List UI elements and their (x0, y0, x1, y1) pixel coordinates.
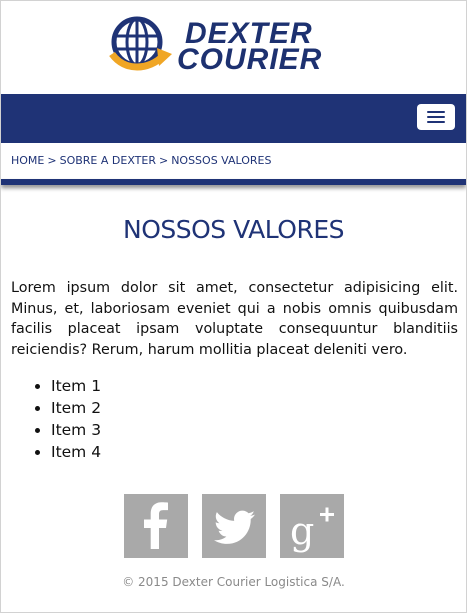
breadcrumb-separator: > (47, 154, 57, 167)
facebook-glyph (144, 502, 168, 549)
breadcrumb-separator: > (158, 154, 169, 167)
page-title: NOSSOS VALORES (123, 215, 344, 244)
facebook-icon[interactable] (124, 494, 188, 558)
menu-bar (427, 121, 445, 123)
breadcrumb-about-link[interactable]: SOBRE A DEXTER (60, 154, 156, 167)
svg-text:g: g (290, 509, 314, 553)
navbar (1, 94, 466, 143)
breadcrumb-home-link[interactable]: HOME (11, 154, 44, 167)
breadcrumb-current: NOSSOS VALORES (171, 154, 272, 167)
globe-arrow-icon (109, 16, 172, 71)
footer-copyright: © 2015 Dexter Courier Logistica S/A. (122, 575, 345, 589)
page: DEXTER COURIER HOME > SOBRE A DEXTER > NOSSO… (0, 0, 467, 613)
twitter-icon[interactable] (202, 494, 266, 558)
values-list: Item 1 Item 2 Item 3 Item 4 (19, 375, 101, 463)
list-item: Item 1 (51, 375, 101, 397)
list-item: Item 3 (51, 419, 101, 441)
breadcrumb: HOME > SOBRE A DEXTER > NOSSOS VALORES (11, 154, 272, 167)
brand-wordmark: DEXTER COURIER (177, 19, 323, 76)
google-plus-icon[interactable]: g (280, 494, 344, 558)
body-paragraph: Lorem ipsum dolor sit amet, consectetur … (11, 280, 458, 358)
list-item: Item 4 (51, 441, 101, 463)
header: DEXTER COURIER (1, 1, 466, 93)
hamburger-menu-icon[interactable] (417, 104, 455, 130)
breadcrumb-divider (1, 179, 466, 185)
google-plus-glyph: g (290, 507, 334, 553)
brand-line-2: COURIER (177, 43, 323, 76)
twitter-glyph (214, 510, 255, 544)
menu-bar (427, 111, 445, 113)
list-item: Item 2 (51, 397, 101, 419)
menu-bar (427, 116, 445, 118)
